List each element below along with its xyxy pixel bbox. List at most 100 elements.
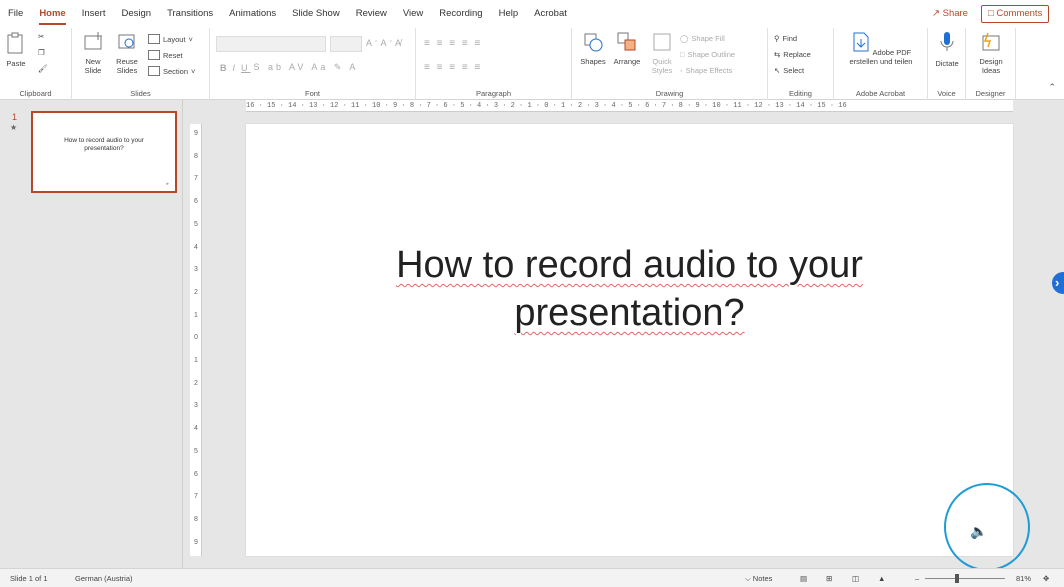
design-ideas-button[interactable]: Design Ideas: [970, 31, 1012, 75]
clipboard-label: Clipboard: [19, 89, 52, 98]
list-buttons[interactable]: ≡ ≡ ≡ ≡ ≡: [424, 38, 482, 49]
design-label-2: Ideas: [981, 66, 1001, 75]
collapse-ribbon-icon[interactable]: ⌃: [1048, 82, 1056, 93]
cut-icon[interactable]: ✂: [38, 32, 44, 41]
paste-label: Paste: [6, 59, 26, 68]
paste-button[interactable]: Paste: [4, 31, 28, 68]
section-button[interactable]: Section ˅: [148, 66, 195, 76]
slide-sorter-icon[interactable]: ⊞: [826, 569, 832, 587]
notes-button[interactable]: ⌵ Notes: [745, 569, 772, 587]
replace-button[interactable]: ⇆ Replace: [774, 50, 811, 59]
tab-review[interactable]: Review: [348, 0, 395, 28]
font-size-buttons[interactable]: Aˆ Aˇ A̸: [366, 38, 401, 48]
select-button[interactable]: ↖ Select: [774, 66, 804, 75]
tab-transitions[interactable]: Transitions: [159, 0, 221, 28]
quick-styles-button[interactable]: Quick Styles: [646, 31, 678, 75]
vertical-ruler-tick: 5: [194, 447, 198, 455]
fit-to-window-icon[interactable]: ✥: [1043, 569, 1049, 587]
design-label-1: Design: [979, 57, 1003, 66]
highlight-circle: [944, 483, 1030, 571]
tab-recording[interactable]: Recording: [431, 0, 490, 28]
replace-icon: ⇆: [774, 50, 781, 59]
thumbnail-audio-icon: ▸: [166, 181, 169, 187]
adobe-pdf-icon: [853, 32, 869, 52]
find-icon: ⚲: [774, 34, 780, 43]
align-buttons[interactable]: ≡ ≡ ≡ ≡ ≡: [424, 62, 482, 73]
acrobat-group: Adobe PDF erstellen und teilen Adobe Acro…: [834, 28, 928, 100]
vertical-ruler-tick: 4: [194, 243, 198, 251]
reuse-label-2: Slides: [116, 66, 138, 75]
tab-help[interactable]: Help: [491, 0, 527, 28]
vertical-ruler-tick: 8: [194, 152, 198, 160]
new-slide-button[interactable]: New Slide: [78, 31, 108, 75]
find-button[interactable]: ⚲ Find: [774, 34, 797, 43]
reuse-slides-button[interactable]: Reuse Slides: [112, 31, 142, 75]
tab-acrobat[interactable]: Acrobat: [526, 0, 575, 28]
format-painter-icon[interactable]: 🖌: [38, 64, 48, 73]
shapes-button[interactable]: Shapes: [576, 31, 610, 66]
vertical-ruler-tick: 3: [194, 402, 198, 410]
paragraph-group: ≡ ≡ ≡ ≡ ≡ ≡ ≡ ≡ ≡ ≡ Paragraph: [416, 28, 572, 100]
shape-effects-label: Shape Effects: [685, 66, 733, 75]
slide-canvas[interactable]: How to record audio to your presentation…: [246, 124, 1013, 556]
zoom-slider-thumb[interactable]: [955, 574, 959, 583]
arrange-icon: [617, 32, 636, 51]
dictate-button[interactable]: Dictate: [930, 31, 964, 68]
font-format-buttons[interactable]: B I U S ab AV Aa ✎ A: [220, 62, 358, 73]
slide-show-icon[interactable]: ▲: [878, 569, 885, 587]
quick-label-2: Styles: [651, 66, 673, 75]
comments-button[interactable]: □ Comments: [981, 5, 1050, 23]
shape-effects-button[interactable]: ◦ Shape Effects: [680, 66, 732, 75]
voice-label: Voice: [937, 89, 956, 98]
slide-title[interactable]: How to record audio to your presentation…: [246, 241, 1013, 337]
reset-button[interactable]: Reset: [148, 50, 183, 60]
share-button[interactable]: ↗ Share: [925, 5, 975, 23]
language[interactable]: German (Austria): [75, 569, 133, 587]
tab-slide-show[interactable]: Slide Show: [284, 0, 348, 28]
font-name-dropdown[interactable]: [216, 36, 326, 52]
tab-design[interactable]: Design: [113, 0, 159, 28]
designer-label: Designer: [975, 89, 1006, 98]
tab-home[interactable]: Home: [31, 0, 73, 28]
layout-icon: [148, 34, 160, 44]
find-label: Find: [782, 34, 798, 43]
vertical-ruler-tick: 1: [194, 311, 198, 319]
tab-file[interactable]: File: [0, 0, 31, 28]
shape-fill-button[interactable]: ◯ Shape Fill: [680, 34, 725, 43]
font-size-dropdown[interactable]: [330, 36, 362, 52]
editing-label: Editing: [789, 89, 812, 98]
copy-icon[interactable]: ❐: [38, 48, 45, 57]
zoom-out-icon[interactable]: –: [915, 569, 919, 587]
section-icon: [148, 66, 160, 76]
share-label: Share: [942, 8, 968, 19]
vertical-ruler-tick: 9: [194, 538, 198, 546]
adobe-pdf-button[interactable]: Adobe PDF erstellen und teilen: [838, 31, 924, 66]
side-panel-toggle-icon[interactable]: ›: [1052, 272, 1064, 294]
reading-view-icon[interactable]: ◫: [852, 569, 859, 587]
slide-thumbnail[interactable]: How to record audio to your presentation…: [31, 111, 177, 193]
reuse-label-1: Reuse: [116, 57, 138, 66]
slide-info: Slide 1 of 1: [10, 574, 48, 583]
shape-fill-label: Shape Fill: [691, 34, 725, 43]
new-slide-label-1: New: [85, 57, 101, 66]
zoom-level[interactable]: 81%: [1016, 569, 1031, 587]
tab-insert[interactable]: Insert: [74, 0, 114, 28]
vertical-ruler-tick: 3: [194, 266, 198, 274]
clipboard-group: Paste ✂ ❐ 🖌 Clipboard: [0, 28, 72, 100]
quick-label-1: Quick: [652, 57, 672, 66]
zoom-slider[interactable]: [925, 578, 1005, 579]
arrange-button[interactable]: Arrange: [610, 31, 644, 66]
vertical-ruler-tick: 5: [194, 220, 198, 228]
paste-icon: [7, 32, 23, 54]
tab-view[interactable]: View: [395, 0, 431, 28]
vertical-ruler-tick: 8: [194, 515, 198, 523]
comments-label: Comments: [996, 8, 1043, 19]
arrange-label: Arrange: [613, 57, 641, 66]
layout-button[interactable]: Layout ˅: [148, 34, 193, 44]
select-label: Select: [783, 66, 805, 75]
new-slide-label-2: Slide: [84, 66, 102, 75]
tab-animations[interactable]: Animations: [221, 0, 284, 28]
normal-view-icon[interactable]: ▤: [800, 569, 807, 587]
new-slide-icon: [84, 32, 102, 50]
shape-outline-button[interactable]: □ Shape Outline: [680, 50, 735, 59]
